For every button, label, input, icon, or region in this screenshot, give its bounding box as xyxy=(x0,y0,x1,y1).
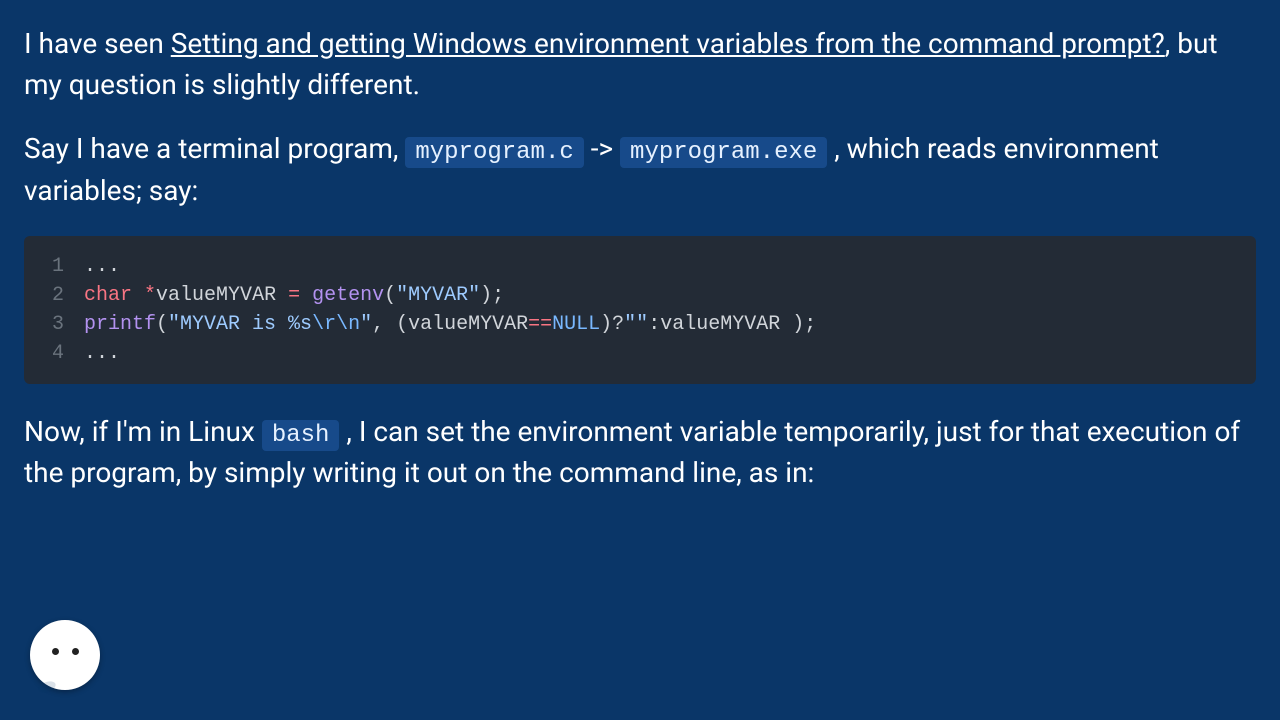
code-line: 4 ... xyxy=(44,339,1236,368)
line-number: 2 xyxy=(44,281,84,310)
line-number: 1 xyxy=(44,252,84,281)
code-block: 1 ... 2 char *valueMYVAR = getenv("MYVAR… xyxy=(24,236,1256,384)
setup-paragraph: Say I have a terminal program, myprogram… xyxy=(24,129,1256,211)
inline-code-bash: bash xyxy=(262,420,340,451)
text: Now, if I'm in Linux xyxy=(24,415,262,448)
linux-paragraph: Now, if I'm in Linux bash , I can set th… xyxy=(24,412,1256,494)
line-number: 4 xyxy=(44,339,84,368)
line-number: 3 xyxy=(44,310,84,339)
text: -> xyxy=(584,132,620,165)
code-text: ... xyxy=(84,252,120,281)
code-line: 3 printf("MYVAR is %s\r\n", (valueMYVAR=… xyxy=(44,310,1236,339)
text: Say I have a terminal program, xyxy=(24,132,405,165)
code-line: 1 ... xyxy=(44,252,1236,281)
inline-code-exe-file: myprogram.exe xyxy=(620,137,827,168)
code-text: char *valueMYVAR = getenv("MYVAR"); xyxy=(84,281,504,310)
code-text: printf("MYVAR is %s\r\n", (valueMYVAR==N… xyxy=(84,310,816,339)
intro-paragraph: I have seen Setting and getting Windows … xyxy=(24,24,1256,105)
inline-code-source-file: myprogram.c xyxy=(405,137,583,168)
avatar-icon xyxy=(30,620,100,690)
code-line: 2 char *valueMYVAR = getenv("MYVAR"); xyxy=(44,281,1236,310)
text: I have seen xyxy=(24,27,171,60)
related-question-link[interactable]: Setting and getting Windows environment … xyxy=(171,27,1165,60)
code-text: ... xyxy=(84,339,120,368)
